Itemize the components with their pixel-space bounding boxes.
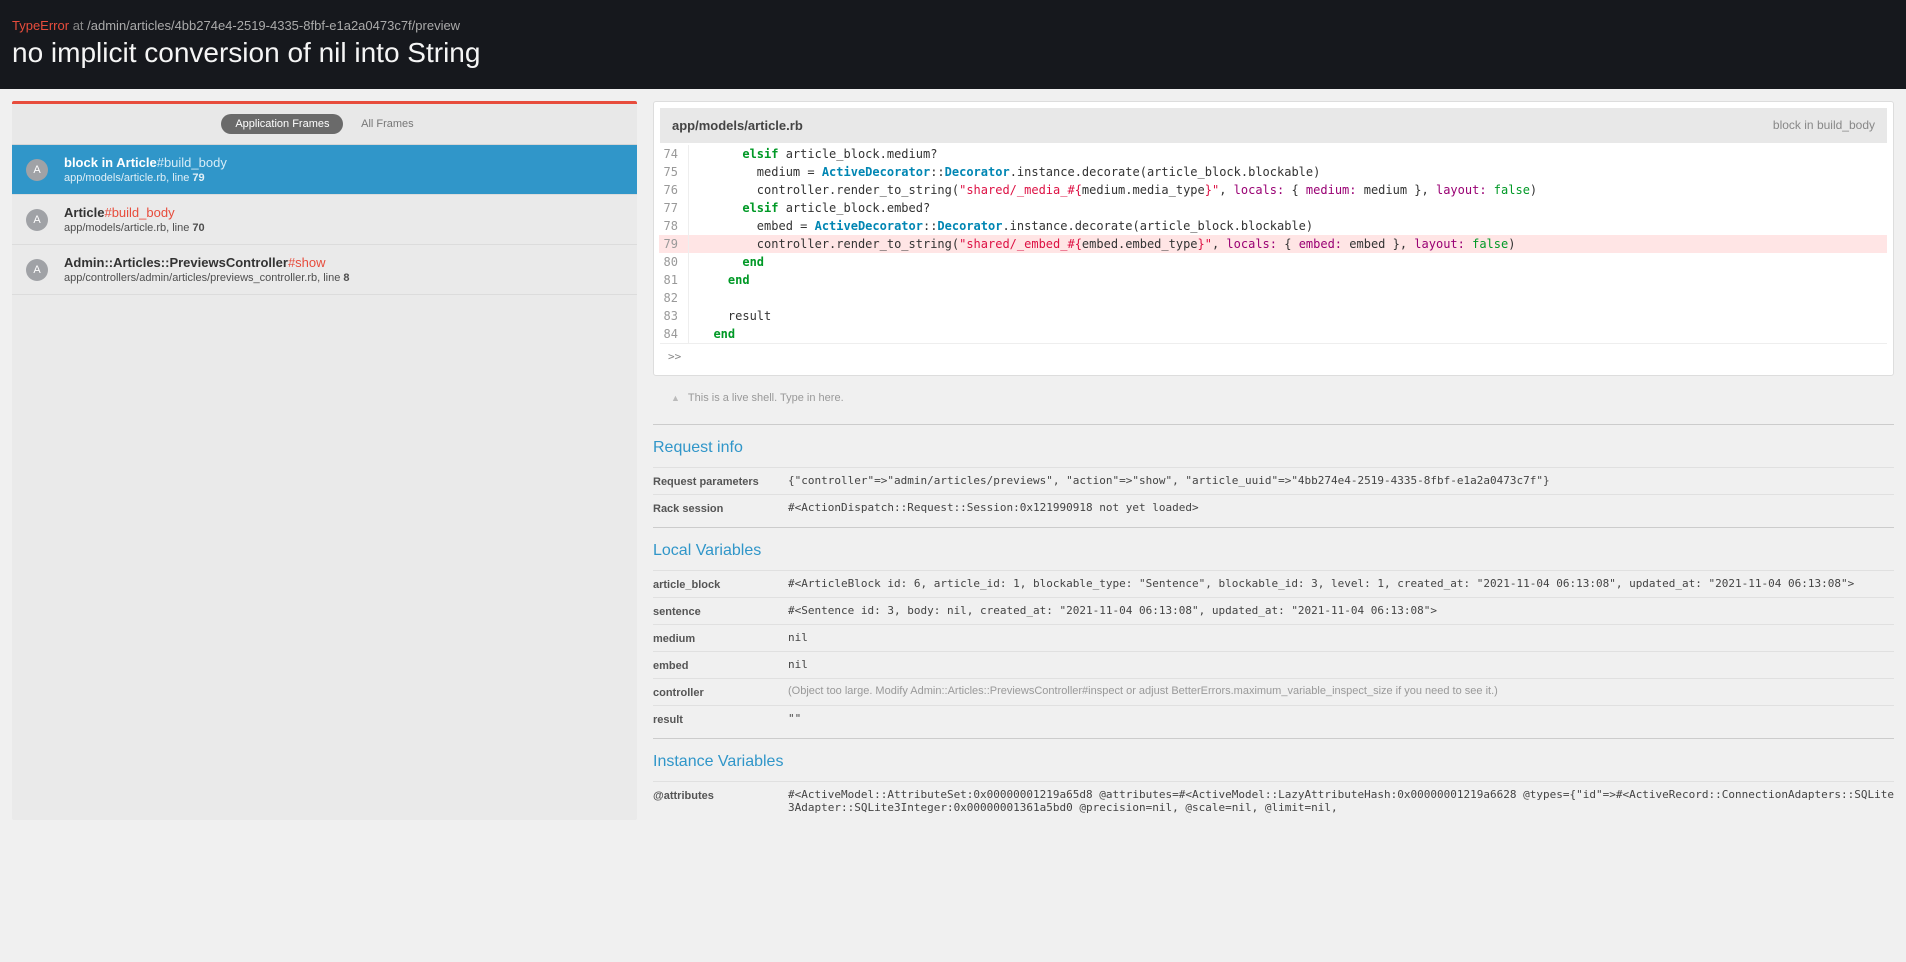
error-path: /admin/articles/4bb274e4-2519-4335-8fbf-… <box>87 18 460 33</box>
section-title: Instance Variables <box>653 753 1894 771</box>
table-row: result"" <box>653 705 1894 732</box>
source-code: 74 elsif article_block.medium? 75 medium… <box>688 145 1887 343</box>
tab-application-frames[interactable]: Application Frames <box>221 114 343 134</box>
table-row: mediumnil <box>653 624 1894 651</box>
frame-file: app/models/article.rb, line <box>64 172 192 184</box>
frame-file: app/models/article.rb, line <box>64 222 192 234</box>
shell-hint: This is a live shell. Type in here. <box>653 386 1894 418</box>
table-row: Request parameters{"controller"=>"admin/… <box>653 467 1894 494</box>
frame-icon: A <box>26 209 48 231</box>
section-instance-variables: Instance Variables @attributes#<ActiveMo… <box>653 738 1894 820</box>
frame-method: #build_body <box>104 205 174 220</box>
frame-tabs: Application Frames All Frames <box>12 104 637 145</box>
frame-class: Admin::Articles::PreviewsController <box>64 255 288 270</box>
code-file-path: app/models/article.rb <box>672 118 803 133</box>
frame-class: block in Article <box>64 155 157 170</box>
table-row: controller(Object too large. Modify Admi… <box>653 678 1894 705</box>
frame-method: #build_body <box>157 155 227 170</box>
repl-prompt[interactable]: >> <box>660 343 1887 369</box>
table-row: sentence#<Sentence id: 3, body: nil, cre… <box>653 597 1894 624</box>
section-local-variables: Local Variables article_block#<ArticleBl… <box>653 527 1894 732</box>
table-row: article_block#<ArticleBlock id: 6, artic… <box>653 570 1894 597</box>
frame-line: 8 <box>343 272 349 284</box>
section-title: Local Variables <box>653 542 1894 560</box>
table-row: @attributes#<ActiveModel::AttributeSet:0… <box>653 781 1894 820</box>
frames-panel: Application Frames All Frames A block in… <box>12 101 637 820</box>
frame-line: 70 <box>192 222 204 234</box>
frame-row[interactable]: A Admin::Articles::PreviewsController#sh… <box>12 245 637 295</box>
frame-row[interactable]: A Article#build_body app/models/article.… <box>12 195 637 245</box>
code-location: block in build_body <box>1773 118 1875 133</box>
frame-row[interactable]: A block in Article#build_body app/models… <box>12 145 637 195</box>
frame-method: #show <box>288 255 326 270</box>
section-title: Request info <box>653 439 1894 457</box>
frame-icon: A <box>26 259 48 281</box>
error-header: TypeError at /admin/articles/4bb274e4-25… <box>0 0 1906 89</box>
table-row: embednil <box>653 651 1894 678</box>
section-request-info: Request info Request parameters{"control… <box>653 424 1894 521</box>
frame-file: app/controllers/admin/articles/previews_… <box>64 272 343 284</box>
frame-line: 79 <box>192 172 204 184</box>
at-label: at <box>69 18 87 33</box>
error-type: TypeError <box>12 18 69 33</box>
code-panel: app/models/article.rb block in build_bod… <box>653 101 1894 376</box>
table-row: Rack session#<ActionDispatch::Request::S… <box>653 494 1894 521</box>
frame-icon: A <box>26 159 48 181</box>
error-message: no implicit conversion of nil into Strin… <box>12 37 1894 69</box>
tab-all-frames[interactable]: All Frames <box>347 114 428 134</box>
frame-class: Article <box>64 205 104 220</box>
